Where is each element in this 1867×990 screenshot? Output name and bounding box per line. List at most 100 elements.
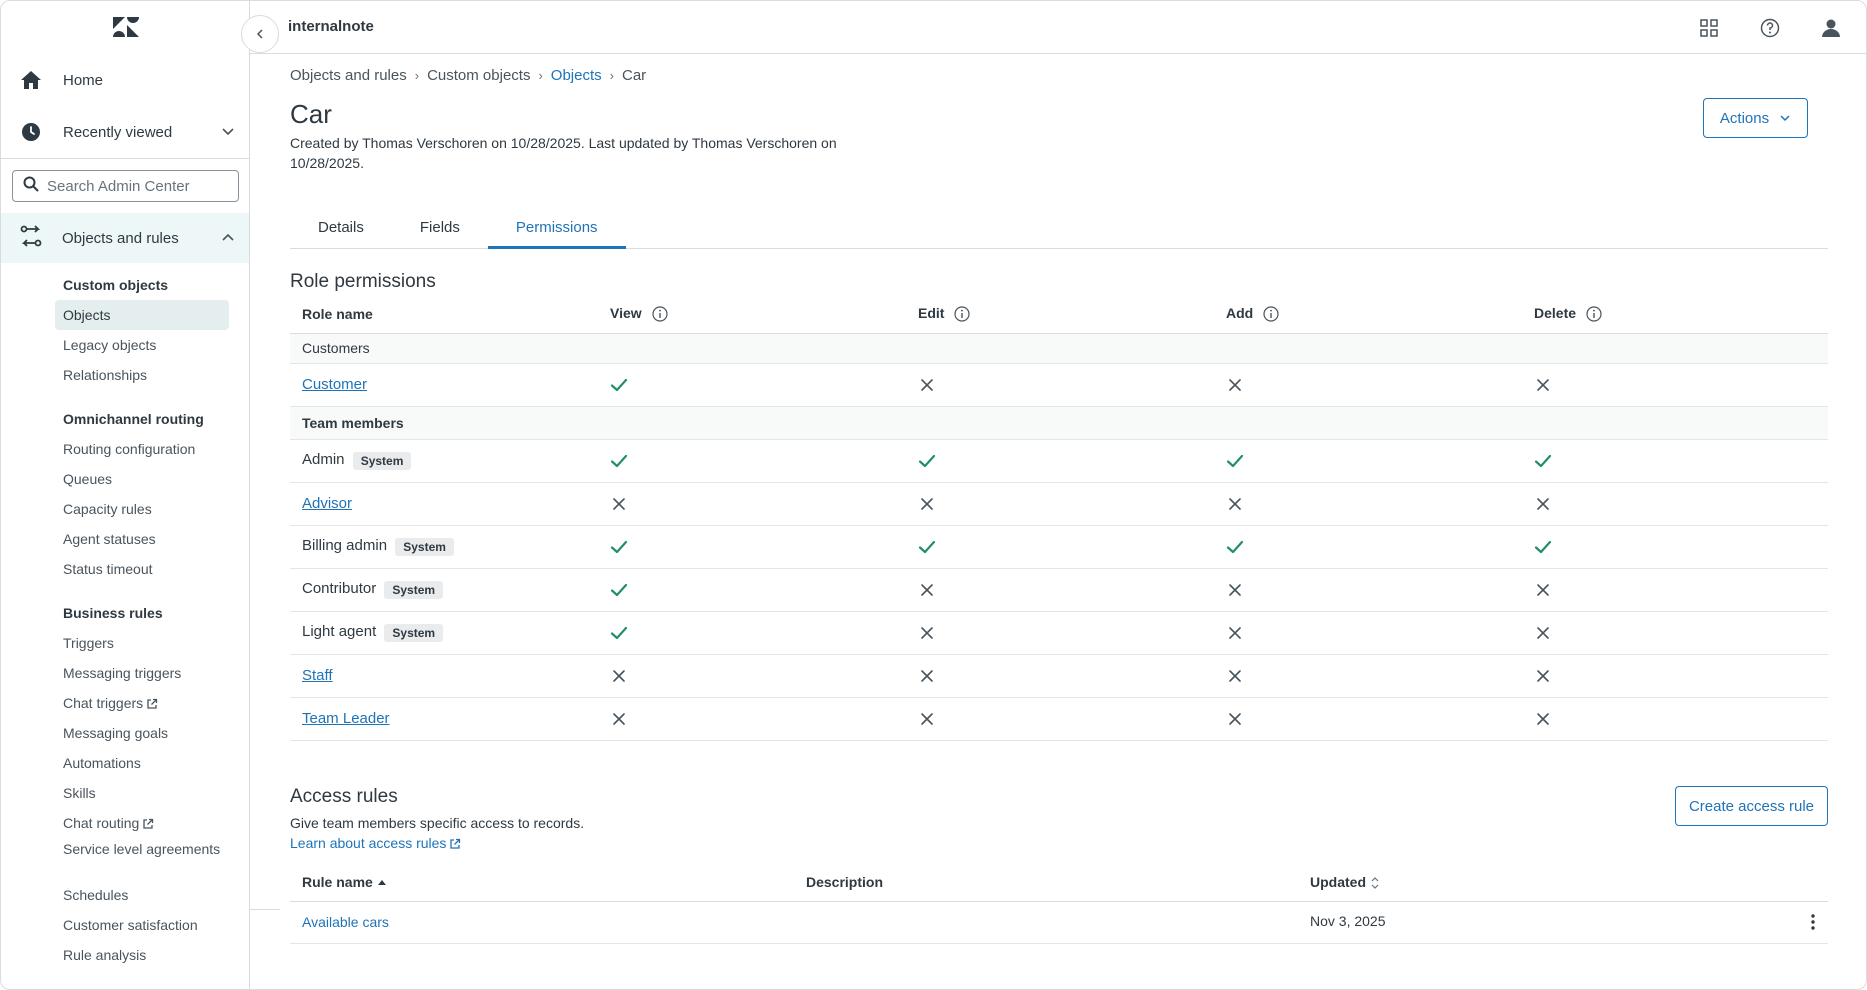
role-link[interactable]: Advisor [302, 495, 352, 512]
info-icon[interactable] [1586, 306, 1602, 322]
role-link[interactable]: Customer [302, 376, 367, 393]
subnav-heading-business-rules: Business rules [63, 605, 163, 621]
group-row: Customers [290, 332, 1828, 364]
create-access-rule-button[interactable]: Create access rule [1675, 786, 1828, 826]
nav-home[interactable]: Home [1, 54, 249, 106]
subnav-item-objects[interactable]: Objects [55, 300, 229, 330]
x-icon [1229, 669, 1241, 682]
tab-list: Details Fields Permissions [290, 213, 1828, 249]
x-icon [921, 626, 933, 639]
breadcrumb-chevron-icon: › [538, 68, 543, 83]
help-icon[interactable] [1757, 15, 1783, 41]
permission-cell [1522, 525, 1828, 569]
subnav-heading-custom-objects: Custom objects [63, 277, 169, 293]
info-icon[interactable] [954, 306, 971, 322]
subnav-item-relationships[interactable]: Relationships [55, 360, 229, 390]
permission-cell [598, 568, 906, 612]
learn-about-access-rules-link[interactable]: Learn about access rules [290, 835, 461, 851]
breadcrumb-objects-and-rules[interactable]: Objects and rules [290, 67, 407, 84]
subnav-item-messaging-triggers[interactable]: Messaging triggers [55, 658, 229, 688]
tab-permissions[interactable]: Permissions [487, 213, 626, 249]
permission-cell [1522, 611, 1828, 655]
subnav-item-messaging-goals[interactable]: Messaging goals [55, 718, 229, 748]
nav-recently-viewed[interactable]: Recently viewed [1, 106, 249, 158]
col-rule-name-label: Rule name [302, 873, 373, 890]
search-box[interactable] [12, 170, 239, 202]
collapse-sidebar-button[interactable] [241, 15, 279, 53]
rule-updated-cell: Nov 3, 2025 [1298, 901, 1828, 944]
tab-fields[interactable]: Fields [392, 213, 488, 249]
x-icon [613, 712, 625, 725]
products-grid-icon[interactable] [1696, 15, 1722, 41]
external-link-icon [147, 699, 158, 709]
subnav-item-triggers[interactable]: Triggers [55, 628, 229, 658]
subnav-item-schedules[interactable]: Schedules [55, 880, 229, 910]
subnav-item-customer-satisfaction[interactable]: Customer satisfaction [55, 910, 229, 940]
permission-cell [1214, 697, 1522, 741]
x-icon [1537, 626, 1549, 639]
subnav-item-capacity-rules[interactable]: Capacity rules [55, 494, 229, 524]
role-permissions-body: Customers Customer Team members Admin Syste… [290, 332, 1828, 741]
permission-cell [906, 525, 1214, 569]
col-add-label: Add [1226, 305, 1254, 322]
subnav-item-chat-routing[interactable]: Chat routing [55, 808, 229, 838]
subnav-item-routing-configuration[interactable]: Routing configuration [55, 434, 229, 464]
actions-button-label: Actions [1719, 109, 1770, 127]
x-icon [1229, 378, 1241, 391]
permission-cell [598, 439, 906, 483]
breadcrumb-custom-objects[interactable]: Custom objects [427, 67, 530, 84]
subnav-item-chat-triggers[interactable]: Chat triggers [55, 688, 229, 718]
access-rules-body: Available cars Nov 3, 2025 [290, 901, 1828, 944]
nav-recently-viewed-label: Recently viewed [63, 123, 173, 141]
actions-button[interactable]: Actions [1703, 98, 1808, 138]
zendesk-logo[interactable] [112, 15, 140, 39]
topbar: internalnote [250, 1, 1866, 54]
check-icon [918, 540, 936, 553]
col-view-label: View [610, 305, 642, 322]
col-view: View [598, 295, 906, 334]
rule-name-link[interactable]: Available cars [302, 914, 389, 930]
access-rules-title: Access rules [290, 786, 398, 807]
info-icon[interactable] [652, 306, 668, 322]
tab-details[interactable]: Details [290, 213, 392, 249]
subnav: Custom objects Objects Legacy objects Re… [1, 271, 249, 970]
permission-cell [906, 568, 1214, 612]
subnav-item-status-timeout[interactable]: Status timeout [55, 554, 229, 584]
permission-cell [906, 482, 1214, 526]
x-icon [1229, 497, 1241, 510]
sidebar-divider [1, 158, 249, 159]
subnav-item-queues[interactable]: Queues [55, 464, 229, 494]
home-icon [19, 68, 43, 92]
nav-objects-and-rules[interactable]: Objects and rules [1, 213, 249, 263]
breadcrumb-objects[interactable]: Objects [551, 67, 602, 84]
system-badge: System [395, 537, 454, 556]
subnav-item-agent-statuses[interactable]: Agent statuses [55, 524, 229, 554]
permission-cell [598, 697, 906, 741]
user-avatar-icon[interactable] [1818, 15, 1844, 41]
sidebar: Home Recently viewed Objects and rules [1, 1, 250, 989]
x-icon [1229, 712, 1241, 725]
subnav-item-automations[interactable]: Automations [55, 748, 229, 778]
chevron-down-icon [221, 124, 235, 142]
role-link[interactable]: Team Leader [302, 710, 390, 727]
col-updated[interactable]: Updated [1298, 863, 1828, 902]
table-header-row: Role name View Edit Add Delete [290, 295, 1828, 334]
system-badge: System [352, 451, 412, 470]
x-icon [1537, 712, 1549, 725]
sort-ascending-icon [377, 880, 386, 886]
subnav-item-rule-analysis[interactable]: Rule analysis [55, 940, 229, 970]
col-edit: Edit [906, 295, 1214, 334]
more-options-icon[interactable] [1810, 913, 1816, 931]
subnav-item-service-level-agreements[interactable]: Service level agreements [55, 838, 229, 880]
permission-cell [1214, 568, 1522, 612]
role-name-cell: Advisor [290, 482, 598, 526]
subnav-item-skills[interactable]: Skills [55, 778, 229, 808]
col-rule-name[interactable]: Rule name [290, 863, 794, 902]
subnav-item-legacy-objects[interactable]: Legacy objects [55, 330, 229, 360]
page-title: Car [290, 99, 332, 129]
info-icon[interactable] [1263, 306, 1279, 322]
search-input[interactable] [47, 177, 227, 195]
role-link[interactable]: Staff [302, 667, 333, 684]
sort-icon [1371, 877, 1379, 889]
chevron-left-icon [256, 29, 263, 39]
